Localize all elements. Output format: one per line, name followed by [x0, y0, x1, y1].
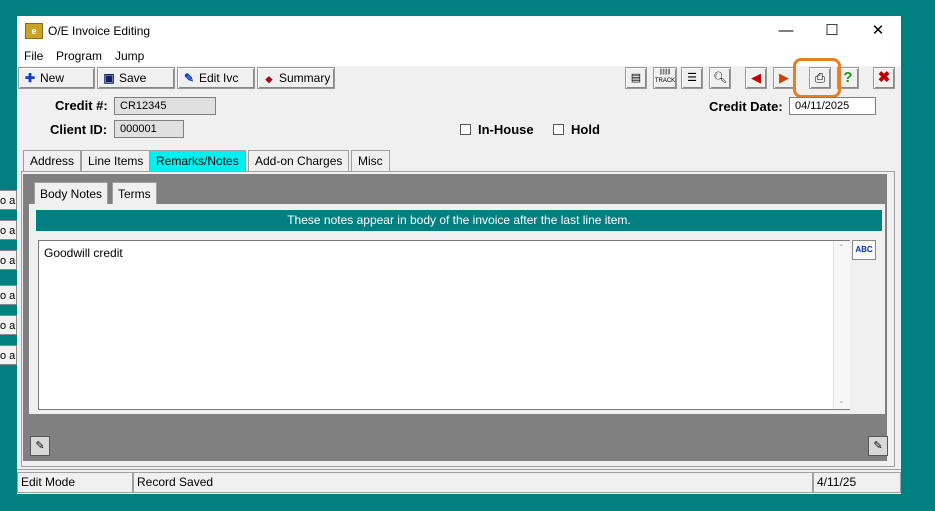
menu-file[interactable]: File [24, 49, 43, 63]
title-bar: e O/E Invoice Editing — ☐ ✕ [17, 16, 901, 46]
hold-label: Hold [571, 122, 600, 137]
tab-line-items[interactable]: Line Items [81, 150, 151, 171]
note-edit-icon: ✎ [35, 440, 45, 452]
client-id-label: Client ID: [50, 122, 108, 137]
note-edit-icon: ✎ [873, 440, 883, 452]
back-arrow-icon[interactable]: ◀ [745, 67, 767, 89]
pencil-icon: ✎ [183, 71, 195, 85]
spell-check-button[interactable]: ABC [852, 240, 876, 260]
copy-icon[interactable]: ▤ [625, 67, 647, 89]
background-window-strip: o a [0, 190, 17, 210]
close-x-icon[interactable]: ✖ [873, 67, 895, 89]
diamond-icon: ◆ [265, 74, 273, 84]
status-mode: Edit Mode [17, 472, 133, 493]
forward-arrow-icon[interactable]: ▶ [773, 67, 795, 89]
background-window-strip: o a [0, 315, 17, 335]
status-message: Record Saved [133, 472, 813, 493]
background-window-strip: o a [0, 220, 17, 240]
print-highlight-ring [793, 58, 841, 98]
document-list-icon[interactable]: ☰ [681, 67, 703, 89]
minimize-button[interactable]: — [763, 16, 809, 46]
notes-banner: These notes appear in body of the invoic… [36, 210, 882, 231]
client-id-field[interactable]: 000001 [114, 120, 184, 138]
close-window-button[interactable]: ✕ [855, 16, 901, 46]
menu-bar: File Program Jump [17, 46, 901, 66]
notes-text: Goodwill credit [44, 246, 123, 260]
spell-check-icon: ABC [855, 245, 873, 254]
subtab-body-notes[interactable]: Body Notes [34, 182, 109, 205]
tab-remarks-notes[interactable]: Remarks/Notes [149, 150, 246, 171]
note-left-button[interactable]: ✎ [30, 436, 50, 456]
menu-program[interactable]: Program [56, 49, 102, 63]
credit-date-label: Credit Date: [709, 99, 783, 114]
invoice-editing-window: e O/E Invoice Editing — ☐ ✕ File Program… [17, 16, 901, 494]
scroll-down-icon[interactable]: ⌄ [838, 396, 845, 405]
menu-jump[interactable]: Jump [115, 49, 144, 63]
background-window-strip: o a [0, 285, 17, 305]
hold-checkbox[interactable] [553, 124, 564, 135]
background-window-strip: o a [0, 345, 17, 365]
tab-misc[interactable]: Misc [351, 150, 390, 171]
scroll-up-icon[interactable]: ⌃ [838, 243, 845, 252]
background-window-strip: o a [0, 250, 17, 270]
credit-date-field[interactable]: 04/11/2025 [789, 97, 876, 115]
app-icon: e [25, 23, 43, 39]
credit-number-field[interactable]: CR12345 [114, 97, 216, 115]
tab-address[interactable]: Address [23, 150, 82, 171]
edit-invoice-button[interactable]: ✎ Edit Ivc [177, 67, 255, 89]
in-house-checkbox[interactable] [460, 124, 471, 135]
subtab-terms[interactable]: Terms [112, 182, 157, 205]
status-bar: Edit Mode Record Saved 4/11/25 [17, 469, 901, 494]
in-house-label: In-House [478, 122, 534, 137]
search-icon[interactable]: 🔍︎ [709, 67, 731, 89]
notes-scrollbar[interactable]: ⌃ ⌄ [833, 241, 850, 409]
tab-add-on-charges[interactable]: Add-on Charges [248, 150, 350, 171]
status-date: 4/11/25 [813, 472, 901, 493]
credit-number-label: Credit #: [55, 98, 108, 113]
new-button[interactable]: ✚ New [18, 67, 95, 89]
window-title: O/E Invoice Editing [48, 24, 151, 38]
plus-icon: ✚ [24, 71, 36, 85]
summary-button[interactable]: ◆ Summary [257, 67, 335, 89]
maximize-button[interactable]: ☐ [809, 16, 855, 46]
note-right-button[interactable]: ✎ [868, 436, 888, 456]
floppy-disk-icon: ▣ [103, 71, 115, 85]
save-button[interactable]: ▣ Save [97, 67, 175, 89]
barcode-track-icon[interactable]: ||||||| TRACK [653, 67, 677, 89]
toolbar: ✚ New ▣ Save ✎ Edit Ivc ◆ Summary ▤ ||||||| T… [17, 66, 901, 91]
body-notes-textarea[interactable]: Goodwill credit [38, 240, 850, 410]
